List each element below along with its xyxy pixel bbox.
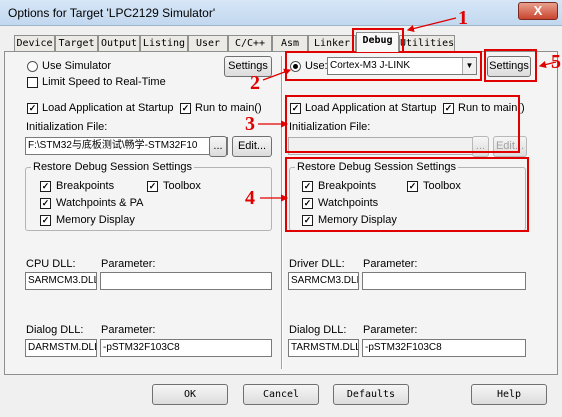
annotation-arrows [258,17,557,202]
arrow-1 [406,17,457,33]
tab-debug[interactable]: Debug [356,32,399,52]
arrow-5 [538,61,557,69]
arrow-2 [262,68,292,81]
